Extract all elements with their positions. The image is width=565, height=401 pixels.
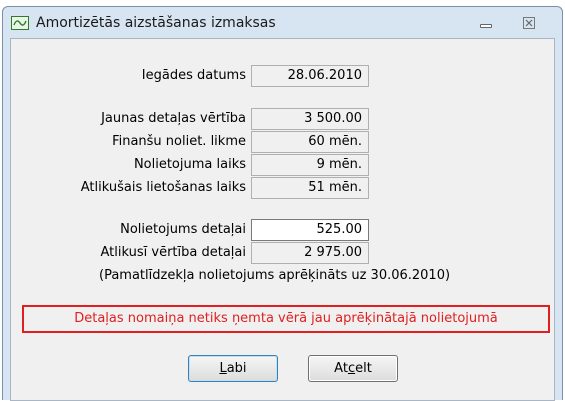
remaining-use-time-value: 51 mēn. (251, 177, 369, 199)
remaining-value-row: Atlikusī vērtība detaļai 2 975.00 (11, 242, 556, 266)
minimize-icon (480, 24, 492, 28)
depreciation-note: (Pamatlīdzekļa nolietojums aprēķināts uz… (99, 268, 451, 283)
remaining-value-label: Atlikusī vērtība detaļai (100, 245, 246, 260)
depreciation-rate-row: Finanšu noliet. likme 60 mēn. (11, 131, 556, 155)
new-part-value-label: Jaunas detaļas vērtība (101, 111, 246, 126)
close-icon (523, 17, 535, 29)
purchase-date-row: Iegādes datums 28.06.2010 (11, 65, 556, 89)
part-depreciation-row: Nolietojums detaļai 525.00 (11, 219, 556, 243)
dialog-content: Iegādes datums 28.06.2010 Jaunas detaļas… (10, 38, 555, 401)
dialog-window: Amortizētās aizstāšanas izmaksas Iegādes… (2, 6, 563, 401)
ok-mnemonic: L (219, 361, 227, 376)
purchase-date-value: 28.06.2010 (251, 65, 369, 87)
depreciation-time-row: Nolietojuma laiks 9 mēn. (11, 154, 556, 178)
ok-label-rest: abi (226, 361, 247, 376)
part-depreciation-input[interactable]: 525.00 (251, 219, 369, 241)
remaining-use-time-row: Atlikušais lietošanas laiks 51 mēn. (11, 177, 556, 201)
depreciation-rate-label: Finanšu noliet. likme (112, 134, 246, 149)
depreciation-rate-value: 60 mēn. (251, 131, 369, 153)
depreciation-time-value: 9 mēn. (251, 154, 369, 176)
new-part-value-row: Jaunas detaļas vērtība 3 500.00 (11, 108, 556, 132)
cancel-label-end: elt (355, 361, 372, 376)
ok-button[interactable]: Labi (188, 355, 278, 382)
part-depreciation-label: Nolietojums detaļai (120, 222, 246, 237)
window-title: Amortizētās aizstāšanas izmaksas (36, 15, 276, 31)
new-part-value-value: 3 500.00 (251, 108, 369, 130)
warning-message: Detaļas nomaiņa netiks ņemta vērā jau ap… (22, 305, 550, 333)
purchase-date-label: Iegādes datums (141, 68, 246, 83)
remaining-value-value: 2 975.00 (251, 242, 369, 264)
cancel-button[interactable]: Atcelt (308, 355, 398, 382)
close-button[interactable] (517, 16, 541, 30)
title-bar[interactable]: Amortizētās aizstāšanas izmaksas (3, 7, 562, 37)
remaining-use-time-label: Atlikušais lietošanas laiks (80, 180, 246, 195)
cancel-label-start: At (334, 361, 348, 376)
depreciation-time-label: Nolietojuma laiks (133, 157, 246, 172)
chart-window-icon (11, 16, 29, 30)
minimize-button[interactable] (473, 16, 497, 30)
